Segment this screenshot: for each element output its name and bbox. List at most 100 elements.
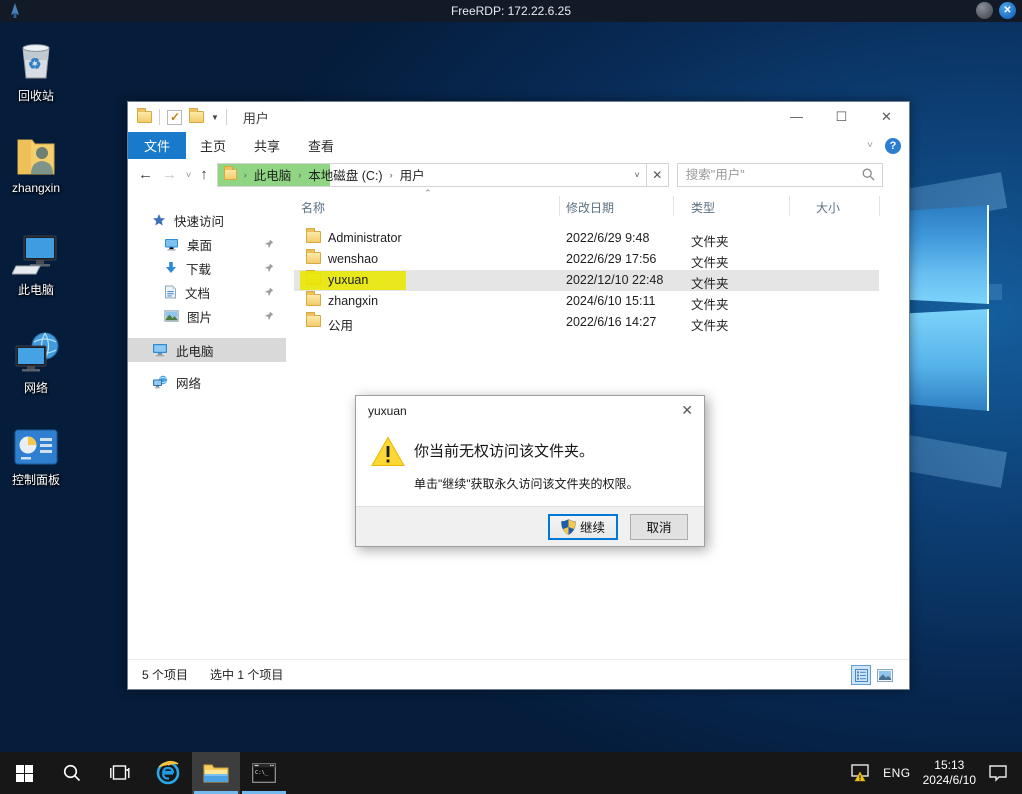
cmd-icon: C:\_ xyxy=(252,763,276,783)
remote-title: FreeRDP: 172.22.6.25 xyxy=(0,4,1022,18)
task-view-button[interactable] xyxy=(96,752,144,794)
action-center-icon[interactable] xyxy=(988,764,1008,782)
qat-newfolder-icon[interactable] xyxy=(189,111,204,123)
tab-file[interactable]: 文件 xyxy=(128,132,186,159)
nav-pictures[interactable]: 图片 xyxy=(128,304,286,328)
system-tray: ENG 15:13 2024/6/10 xyxy=(849,752,1022,794)
file-row-administrator[interactable]: Administrator 2022/6/29 9:48 文件夹 xyxy=(286,228,909,249)
breadcrumb-local-disk-c[interactable]: 本地磁盘 (C:) xyxy=(308,165,382,184)
nav-documents[interactable]: 文档 xyxy=(128,280,286,304)
file-row-public[interactable]: 公用 2022/6/16 14:27 文件夹 xyxy=(286,312,909,333)
user-folder-icon xyxy=(12,134,60,178)
qat-customize-caret-icon[interactable]: ▼ xyxy=(211,113,219,122)
nav-network[interactable]: 网络 xyxy=(128,370,286,394)
column-size[interactable]: 大小 xyxy=(816,199,840,216)
dialog-detail: 单击"继续"获取永久访问该文件夹的权限。 xyxy=(414,475,639,492)
downloads-icon xyxy=(164,261,178,275)
qat-properties-icon[interactable] xyxy=(167,110,182,125)
clock-date: 2024/6/10 xyxy=(923,773,976,788)
remote-options-button[interactable] xyxy=(976,2,993,19)
back-button[interactable]: ← xyxy=(138,166,153,183)
network-status-icon[interactable] xyxy=(849,764,871,782)
svg-text:♻: ♻ xyxy=(28,56,41,73)
remote-titlebar: FreeRDP: 172.22.6.25 ✕ xyxy=(0,0,1022,22)
desktop-icon-recycle-bin[interactable]: ♻ 回收站 xyxy=(2,38,70,104)
status-bar: 5 个项目 选中 1 个项目 xyxy=(128,659,909,689)
control-panel-icon xyxy=(13,428,59,468)
tab-home[interactable]: 主页 xyxy=(186,132,240,159)
address-dropdown-caret-icon[interactable]: ˅ xyxy=(629,170,646,180)
breadcrumb-this-pc[interactable]: 此电脑 xyxy=(254,165,292,184)
search-box xyxy=(677,163,883,187)
up-button[interactable]: ↑ xyxy=(200,166,208,183)
windows-logo-icon xyxy=(16,765,33,782)
taskbar-explorer-button[interactable] xyxy=(192,752,240,794)
taskbar-cmd-button[interactable]: C:\_ xyxy=(240,752,288,794)
desktop-icon-network[interactable]: 网络 xyxy=(2,330,70,396)
close-button[interactable]: ✕ xyxy=(864,102,909,131)
details-view-button[interactable] xyxy=(851,665,871,685)
nav-quick-access[interactable]: 快速访问 xyxy=(128,208,286,232)
dialog-button-bar: 继续 取消 xyxy=(356,506,704,546)
language-indicator[interactable]: ENG xyxy=(883,766,911,780)
start-button[interactable] xyxy=(0,752,48,794)
this-pc-icon xyxy=(152,343,168,357)
breadcrumb-users[interactable]: 用户 xyxy=(400,165,425,184)
column-name[interactable]: 名称 xyxy=(301,199,325,216)
window-folder-icon xyxy=(137,111,152,123)
desktop-icon-zhangxin[interactable]: zhangxin xyxy=(2,134,70,195)
taskbar-search-button[interactable] xyxy=(48,752,96,794)
column-date-modified[interactable]: 修改日期 xyxy=(566,199,614,216)
ribbon-expand-caret-icon[interactable]: ˅ xyxy=(867,140,873,151)
remote-close-button[interactable]: ✕ xyxy=(999,2,1016,19)
screen: FreeRDP: 172.22.6.25 ✕ ♻ 回收站 xyxy=(0,0,1022,794)
navigation-pane: 快速访问 桌面 下载 xyxy=(128,190,286,659)
nav-desktop[interactable]: 桌面 xyxy=(128,232,286,256)
folder-icon xyxy=(306,231,321,243)
address-folder-icon xyxy=(224,169,237,180)
column-type[interactable]: 类型 xyxy=(691,199,715,216)
clock-time: 15:13 xyxy=(923,758,976,773)
cancel-button[interactable]: 取消 xyxy=(630,514,688,540)
pin-icon xyxy=(264,286,274,300)
thumbnail-view-button[interactable] xyxy=(875,665,895,685)
continue-button[interactable]: 继续 xyxy=(548,514,618,540)
warning-icon xyxy=(371,436,405,467)
search-icon xyxy=(862,168,875,181)
this-pc-icon xyxy=(12,232,60,278)
folder-icon xyxy=(306,252,321,264)
recent-locations-caret-icon[interactable]: ˅ xyxy=(186,170,191,180)
sort-ascending-icon: ⌃ xyxy=(424,188,432,199)
nav-downloads[interactable]: 下载 xyxy=(128,256,286,280)
desktop-icon-control-panel[interactable]: 控制面板 xyxy=(2,428,70,488)
dialog-message: 你当前无权访问该文件夹。 xyxy=(414,440,594,461)
dialog-close-icon[interactable]: ✕ xyxy=(681,402,693,419)
clock[interactable]: 15:13 2024/6/10 xyxy=(923,758,976,788)
file-row-wenshao[interactable]: wenshao 2022/6/29 17:56 文件夹 xyxy=(286,249,909,270)
forward-button[interactable]: → xyxy=(162,166,177,183)
network-icon xyxy=(12,330,60,376)
explorer-titlebar: ▼ 用户 — ☐ ✕ xyxy=(128,102,909,132)
help-icon[interactable]: ? xyxy=(885,138,901,154)
folder-icon xyxy=(306,315,321,327)
quick-access-star-icon xyxy=(152,213,166,227)
address-bar-row: ← → ˅ ↑ › 此电脑 › 本地磁盘 (C:) › 用户 ˅ ✕ xyxy=(128,159,909,190)
desktop-icon-this-pc[interactable]: 此电脑 xyxy=(2,232,70,298)
tab-view[interactable]: 查看 xyxy=(294,132,348,159)
window-title: 用户 xyxy=(243,108,269,127)
address-stop-icon[interactable]: ✕ xyxy=(646,164,668,186)
taskbar-ie-button[interactable] xyxy=(144,752,192,794)
file-row-yuxuan[interactable]: yuxuan 2022/12/10 22:48 文件夹 xyxy=(286,270,909,291)
address-bar[interactable]: › 此电脑 › 本地磁盘 (C:) › 用户 ˅ ✕ xyxy=(217,163,669,187)
dialog-title: yuxuan xyxy=(368,404,407,418)
tab-share[interactable]: 共享 xyxy=(240,132,294,159)
recycle-bin-icon: ♻ xyxy=(13,38,59,84)
minimize-button[interactable]: — xyxy=(774,102,819,131)
nav-this-pc[interactable]: 此电脑 xyxy=(128,338,286,362)
maximize-button[interactable]: ☐ xyxy=(819,102,864,131)
search-icon xyxy=(63,764,81,782)
file-row-zhangxin[interactable]: zhangxin 2024/6/10 15:11 文件夹 xyxy=(286,291,909,312)
column-headers: ⌃ 名称 修改日期 类型 大小 xyxy=(286,190,909,222)
svg-text:C:\_: C:\_ xyxy=(255,770,269,776)
search-input[interactable] xyxy=(678,164,882,186)
